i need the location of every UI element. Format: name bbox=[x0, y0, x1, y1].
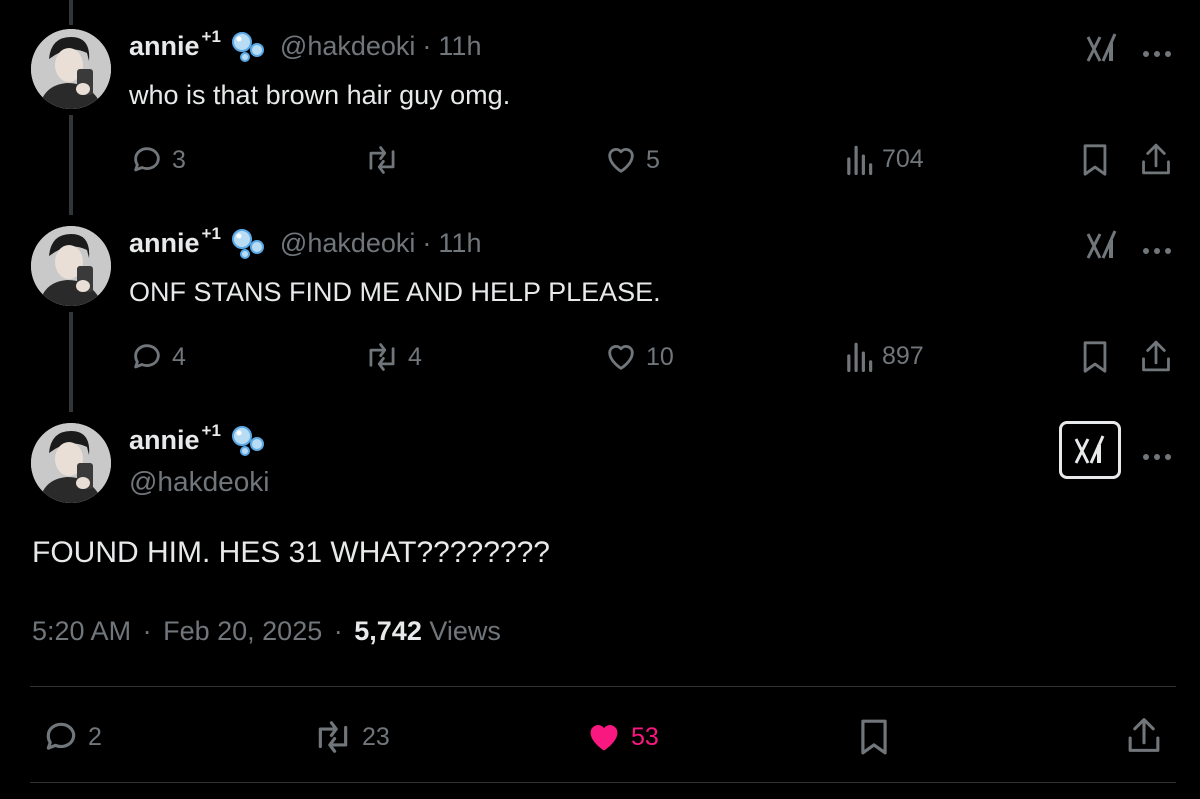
repost-count: 23 bbox=[362, 722, 390, 751]
reply-count: 2 bbox=[88, 722, 102, 751]
bookmark-icon bbox=[1083, 341, 1107, 373]
separator-dot: · bbox=[422, 227, 432, 258]
views-button[interactable]: 897 bbox=[844, 340, 924, 372]
like-icon bbox=[608, 345, 634, 370]
display-name[interactable]: annie bbox=[129, 31, 200, 62]
bubble-emoji-icon bbox=[230, 424, 268, 456]
grok-icon[interactable] bbox=[1085, 31, 1119, 65]
like-icon bbox=[590, 725, 618, 751]
share-icon bbox=[1142, 143, 1170, 175]
handle[interactable]: @hakdeoki bbox=[280, 228, 416, 259]
share-button[interactable] bbox=[1139, 141, 1173, 177]
repost-button[interactable]: 4 bbox=[364, 340, 422, 374]
thread-line bbox=[69, 115, 73, 215]
repost-count: 4 bbox=[408, 342, 422, 371]
repost-icon bbox=[369, 343, 395, 371]
repost-button[interactable] bbox=[364, 143, 408, 177]
main-tweet-text: FOUND HIM. HES 31 WHAT???????? bbox=[32, 536, 550, 569]
reply-icon bbox=[134, 147, 160, 172]
like-count: 5 bbox=[646, 145, 660, 174]
author-row: annie +1 bbox=[129, 421, 268, 456]
bubble-emoji-icon bbox=[230, 30, 268, 62]
thread-line bbox=[69, 0, 73, 25]
separator-dot: · bbox=[142, 616, 152, 646]
views-button[interactable]: 704 bbox=[844, 143, 924, 175]
views-count: 704 bbox=[882, 144, 924, 173]
reply-icon bbox=[134, 344, 160, 369]
tweet-meta: 5:20 AM · Feb 20, 2025 · 5,742 Views bbox=[32, 616, 501, 647]
more-icon[interactable] bbox=[1142, 45, 1172, 57]
views-count: 897 bbox=[882, 341, 924, 370]
divider bbox=[30, 782, 1176, 783]
bookmark-icon bbox=[1083, 144, 1107, 176]
views-label: Views bbox=[429, 616, 501, 646]
grok-icon bbox=[1074, 435, 1105, 464]
like-count: 10 bbox=[646, 342, 674, 371]
reply-count: 3 bbox=[172, 145, 186, 174]
bookmark-icon bbox=[861, 719, 887, 755]
views-count: 5,742 bbox=[354, 616, 422, 646]
name-superscript: +1 bbox=[201, 421, 221, 440]
timestamp[interactable]: 11h bbox=[438, 31, 481, 62]
handle[interactable]: @hakdeoki bbox=[129, 466, 270, 498]
divider bbox=[30, 686, 1176, 687]
author-row: annie +1 @hakdeoki · 11h bbox=[129, 27, 481, 62]
avatar[interactable] bbox=[31, 226, 111, 306]
name-superscript: +1 bbox=[201, 224, 221, 243]
views-icon bbox=[847, 145, 873, 175]
timestamp[interactable]: 11h bbox=[438, 228, 481, 259]
separator-dot: · bbox=[333, 616, 343, 646]
separator-dot: · bbox=[422, 30, 432, 61]
like-button[interactable]: 53 bbox=[585, 718, 659, 756]
repost-button[interactable]: 23 bbox=[312, 718, 390, 756]
reply-button[interactable]: 2 bbox=[42, 718, 102, 756]
author-row: annie +1 @hakdeoki · 11h bbox=[129, 224, 481, 259]
thread-line bbox=[69, 312, 73, 412]
display-name[interactable]: annie bbox=[129, 228, 200, 259]
reply-button[interactable]: 3 bbox=[130, 143, 186, 177]
tweet-time[interactable]: 5:20 AM bbox=[32, 616, 131, 646]
bookmark-button[interactable] bbox=[1080, 340, 1110, 374]
repost-icon bbox=[369, 146, 395, 174]
share-button[interactable] bbox=[1125, 715, 1163, 755]
bookmark-button[interactable] bbox=[857, 718, 891, 756]
reply-icon bbox=[46, 722, 76, 750]
grok-icon[interactable] bbox=[1085, 228, 1119, 262]
like-count: 53 bbox=[631, 722, 659, 751]
like-button[interactable]: 5 bbox=[604, 143, 660, 177]
avatar[interactable] bbox=[31, 29, 111, 109]
display-name[interactable]: annie bbox=[129, 425, 200, 456]
share-button[interactable] bbox=[1139, 338, 1173, 374]
like-button[interactable]: 10 bbox=[604, 340, 674, 374]
bookmark-button[interactable] bbox=[1080, 143, 1110, 177]
handle[interactable]: @hakdeoki bbox=[280, 31, 416, 62]
grok-button[interactable] bbox=[1059, 421, 1121, 479]
bubble-emoji-icon bbox=[230, 227, 268, 259]
views-icon bbox=[847, 342, 873, 372]
tweet-text: ONF STANS FIND ME AND HELP PLEASE. bbox=[129, 277, 661, 307]
name-superscript: +1 bbox=[201, 27, 221, 46]
share-icon bbox=[1142, 340, 1170, 372]
tweet-date[interactable]: Feb 20, 2025 bbox=[163, 616, 322, 646]
reply-count: 4 bbox=[172, 342, 186, 371]
like-icon bbox=[608, 148, 634, 173]
tweet-text: who is that brown hair guy omg. bbox=[129, 80, 511, 110]
repost-icon bbox=[318, 721, 348, 753]
more-icon[interactable] bbox=[1142, 448, 1172, 460]
more-icon[interactable] bbox=[1142, 242, 1172, 254]
share-icon bbox=[1128, 718, 1160, 752]
avatar[interactable] bbox=[31, 423, 111, 503]
reply-button[interactable]: 4 bbox=[130, 340, 186, 374]
